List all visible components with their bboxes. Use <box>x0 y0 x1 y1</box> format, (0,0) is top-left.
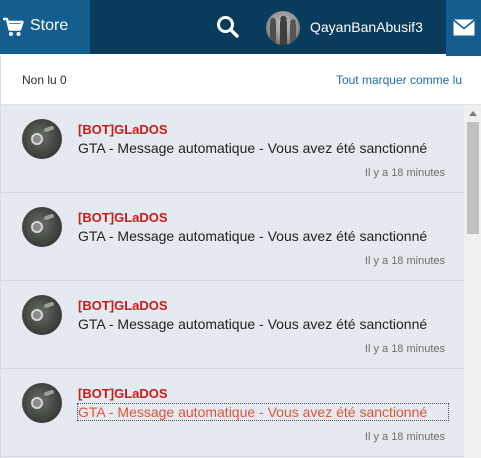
message-list: [BOT]GLaDOS GTA - Message automatique - … <box>1 105 464 458</box>
message-item[interactable]: [BOT]GLaDOS GTA - Message automatique - … <box>1 281 464 369</box>
message-time: Il y a 18 minutes <box>364 167 445 179</box>
message-subject[interactable]: GTA - Message automatique - Vous avez ét… <box>77 403 449 421</box>
sender-avatar <box>22 207 62 247</box>
list-scrollbar[interactable] <box>464 105 481 458</box>
message-subject[interactable]: GTA - Message automatique - Vous avez ét… <box>78 228 448 244</box>
message-time: Il y a 18 minutes <box>364 431 445 443</box>
message-time: Il y a 18 minutes <box>364 343 445 355</box>
messages-button[interactable] <box>446 0 481 56</box>
scroll-thumb[interactable] <box>467 122 479 234</box>
message-item[interactable]: [BOT]GLaDOS GTA - Message automatique - … <box>1 105 464 193</box>
user-avatar-figures-icon <box>270 15 296 45</box>
message-subject[interactable]: GTA - Message automatique - Vous avez ét… <box>78 316 448 332</box>
messages-dropdown: Non lu 0 Tout marquer comme lu [BOT]GLaD… <box>0 56 481 458</box>
sender-avatar <box>22 119 62 159</box>
sender-name[interactable]: [BOT]GLaDOS <box>78 210 168 225</box>
mail-icon <box>453 19 475 36</box>
sender-name[interactable]: [BOT]GLaDOS <box>78 386 168 401</box>
cart-icon <box>3 17 24 36</box>
store-button[interactable]: Store <box>0 0 90 54</box>
dropdown-header: Non lu 0 Tout marquer comme lu <box>1 56 481 105</box>
sender-avatar <box>22 383 62 423</box>
sender-name[interactable]: [BOT]GLaDOS <box>78 122 168 137</box>
unread-count: Non lu 0 <box>22 73 67 87</box>
sender-name[interactable]: [BOT]GLaDOS <box>78 298 168 313</box>
mark-all-read-link[interactable]: Tout marquer comme lu <box>336 73 462 87</box>
search-icon[interactable] <box>214 13 242 41</box>
username-link[interactable]: QayanBanAbusif3 <box>310 19 423 35</box>
message-item[interactable]: [BOT]GLaDOS GTA - Message automatique - … <box>1 193 464 281</box>
top-navigation-bar: Store QayanBanAbusif3 <box>0 0 481 56</box>
message-time: Il y a 18 minutes <box>364 255 445 267</box>
sender-avatar <box>22 295 62 335</box>
store-label: Store <box>30 17 69 34</box>
message-subject[interactable]: GTA - Message automatique - Vous avez ét… <box>78 140 448 156</box>
scroll-up-arrow-icon[interactable] <box>469 111 477 116</box>
message-item[interactable]: [BOT]GLaDOS GTA - Message automatique - … <box>1 369 464 457</box>
user-avatar[interactable] <box>266 11 300 45</box>
